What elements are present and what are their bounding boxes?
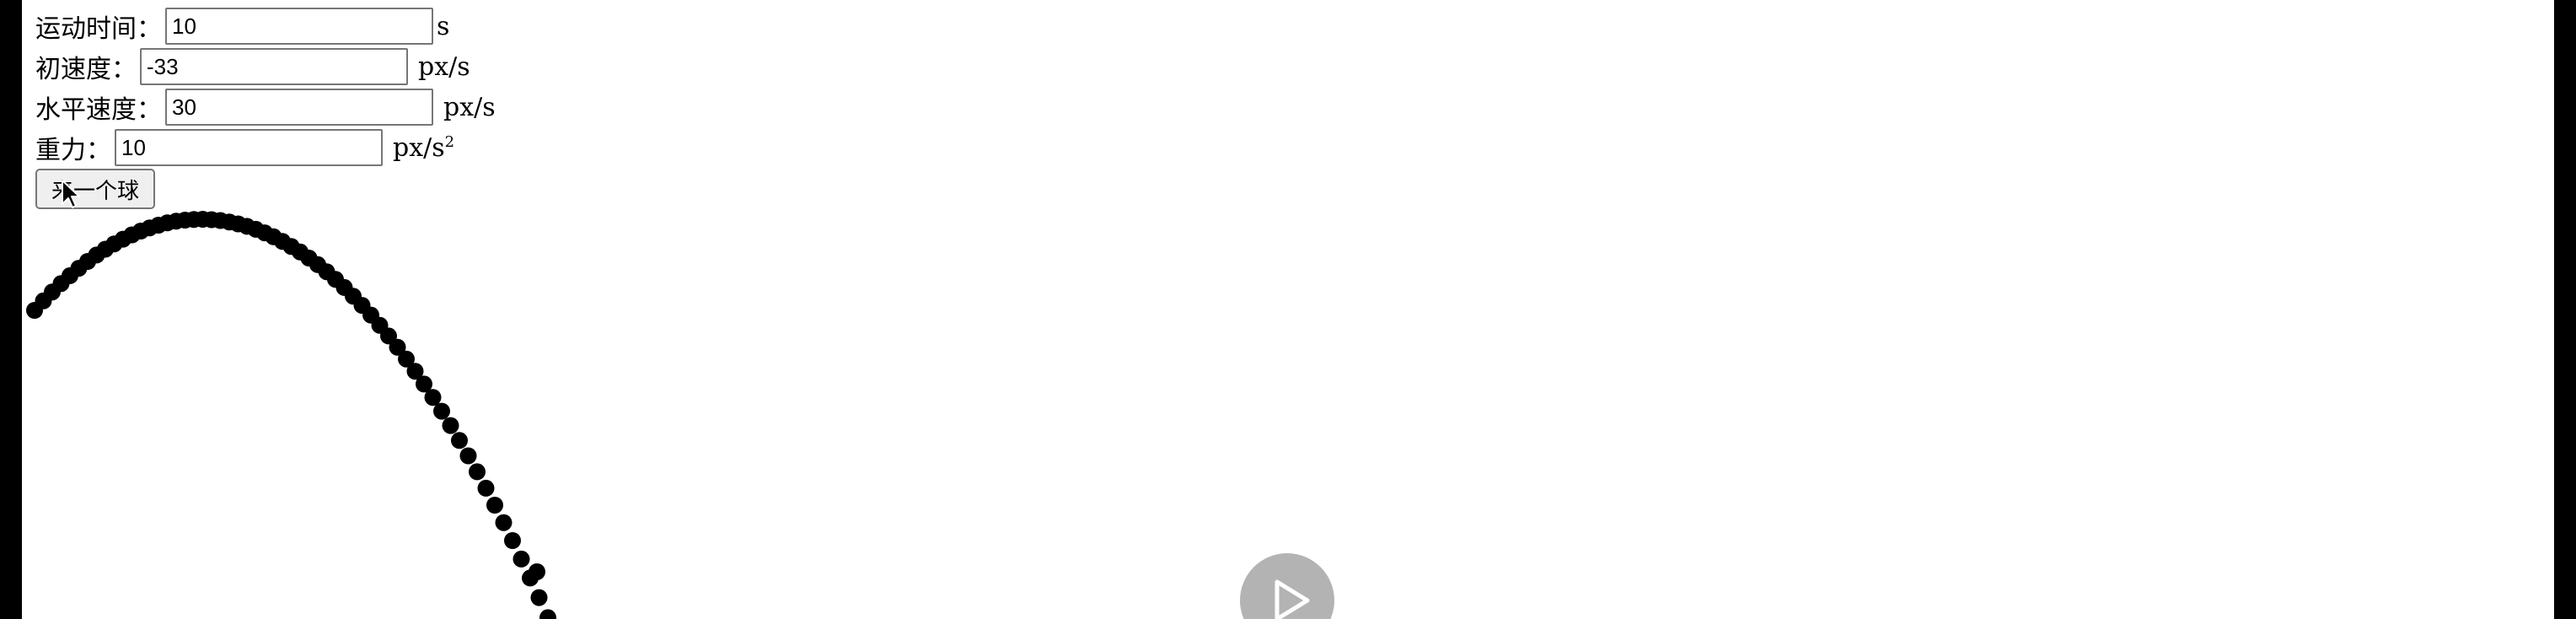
initial-speed-unit: px/s <box>418 51 470 82</box>
right-frame-bar <box>2554 0 2576 619</box>
trajectory-ball <box>345 288 362 305</box>
gravity-unit-base: px/s <box>393 132 445 163</box>
trajectory-ball <box>26 302 43 319</box>
duration-row: 运动时间： s <box>35 7 449 46</box>
trajectory-ball <box>300 250 318 266</box>
trajectory-ball <box>79 253 96 270</box>
trajectory-ball <box>495 514 513 531</box>
trajectory-ball <box>203 211 220 229</box>
trajectory-ball <box>380 327 397 345</box>
duration-label: 运动时间： <box>35 14 162 44</box>
page-content: 运动时间： s 初速度： px/s 水平速度： px/s 重力： px/s2 来… <box>22 0 2554 619</box>
trajectory-ball <box>282 238 300 256</box>
trajectory-ball <box>513 550 530 568</box>
duration-unit: s <box>437 11 450 41</box>
trajectory-ball <box>123 226 141 244</box>
trajectory-ball <box>371 316 389 334</box>
video-play-button[interactable] <box>1240 553 1334 619</box>
trajectory-ball <box>433 402 450 420</box>
trajectory-ball <box>292 243 309 261</box>
trajectory-ball <box>97 240 114 258</box>
trajectory-ball <box>256 224 273 242</box>
horizontal-speed-row: 水平速度： px/s <box>35 88 496 126</box>
trajectory-ball <box>105 235 123 253</box>
trajectory-ball <box>318 263 335 281</box>
trajectory-ball <box>239 218 255 235</box>
trajectory-ball <box>486 497 503 514</box>
trajectory-ball <box>168 213 185 230</box>
horizontal-speed-label: 水平速度： <box>35 95 162 125</box>
trajectory-ball <box>451 432 468 449</box>
horizontal-speed-unit: px/s <box>443 92 496 122</box>
initial-speed-row: 初速度： px/s <box>35 47 470 86</box>
gravity-unit-exponent: 2 <box>444 132 455 151</box>
trajectory-ball <box>362 306 379 324</box>
trajectory-ball <box>185 211 202 229</box>
gravity-unit: px/s2 <box>393 133 454 163</box>
trajectory-ball <box>398 350 415 368</box>
trajectory-ball <box>176 212 194 229</box>
trajectory-ball <box>530 589 548 606</box>
trajectory-ball <box>62 266 78 284</box>
trajectory-ball <box>469 463 486 481</box>
trajectory-ball <box>247 220 265 238</box>
initial-speed-input[interactable] <box>140 48 408 85</box>
trajectory-ball <box>477 479 495 497</box>
gravity-label: 重力： <box>35 136 111 165</box>
trajectory-ball <box>229 215 247 233</box>
trajectory-ball <box>424 389 442 406</box>
mouse-cursor-icon <box>62 180 80 208</box>
trajectory-ball <box>335 278 353 296</box>
horizontal-speed-input[interactable] <box>165 89 433 126</box>
trajectory-ball <box>221 213 238 231</box>
duration-input[interactable] <box>165 8 433 45</box>
initial-speed-label: 初速度： <box>35 55 137 84</box>
trajectory-ball <box>327 271 344 288</box>
trajectory-ball <box>115 230 131 248</box>
trajectory-ball <box>158 214 176 232</box>
trajectory-ball <box>212 212 229 229</box>
trajectory-ball <box>88 246 105 264</box>
trajectory-ball <box>150 217 167 234</box>
trajectory-ball <box>44 283 61 301</box>
trajectory-ball <box>194 211 212 228</box>
play-icon <box>1275 579 1310 619</box>
launch-ball-button[interactable]: 来一个球 <box>35 169 155 209</box>
gravity-row: 重力： px/s2 <box>35 128 454 167</box>
trajectory-ball <box>442 417 459 434</box>
trajectory-ball <box>539 609 556 619</box>
trajectory-ball <box>265 228 282 245</box>
trajectory-ball <box>274 233 291 250</box>
trajectory-ball <box>141 219 158 237</box>
trajectory-ball <box>389 338 406 356</box>
trajectory-ball <box>52 275 70 293</box>
trajectory-ball <box>132 223 149 240</box>
trajectory-ball <box>504 532 521 549</box>
trajectory-ball <box>35 292 52 310</box>
trajectory-ball <box>353 297 371 315</box>
trajectory-ball <box>529 563 545 580</box>
trajectory-ball <box>459 447 477 465</box>
trajectory-ball <box>406 363 424 380</box>
gravity-input[interactable] <box>115 129 383 166</box>
trajectory-ball <box>70 260 88 277</box>
trajectory-ball <box>522 569 539 587</box>
left-frame-bar <box>0 0 22 619</box>
trajectory-ball <box>416 375 432 393</box>
trajectory-ball <box>309 256 326 273</box>
